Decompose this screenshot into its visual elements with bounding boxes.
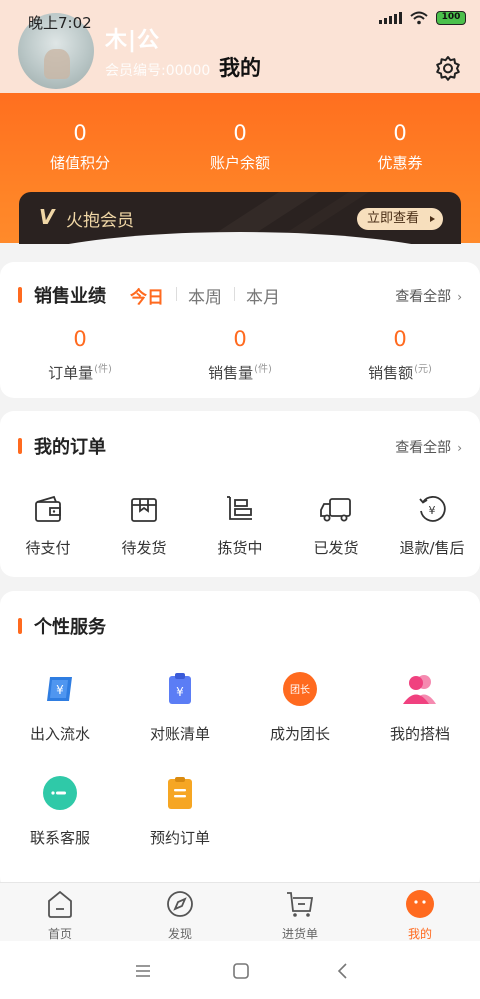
sales-card: 销售业绩 今日 本周 本月 查看全部 › 0 订单量(件) 0 销售量(件) 0 … xyxy=(0,262,480,398)
svg-text:¥: ¥ xyxy=(176,685,184,699)
tab-today[interactable]: 今日 xyxy=(130,283,176,308)
cart-icon xyxy=(287,892,314,917)
nav-cart[interactable]: 进货单 xyxy=(240,883,360,941)
play-triangle-icon xyxy=(430,216,435,222)
vip-name: 火抱会员 xyxy=(66,211,134,231)
orders-title: 我的订单 xyxy=(34,437,106,458)
home-square-icon[interactable] xyxy=(231,961,251,981)
flow-icon: ¥ xyxy=(47,677,72,701)
sales-title: 销售业绩 xyxy=(34,286,106,307)
order-picking[interactable]: 拣货中 xyxy=(192,493,288,558)
discover-icon xyxy=(167,891,193,917)
battery-icon: 100 xyxy=(436,11,466,25)
sales-header: 销售业绩 今日 本周 本月 xyxy=(18,282,292,308)
stat-points[interactable]: 0 储值积分 xyxy=(0,120,160,173)
sales-tabs: 今日 本周 本月 xyxy=(130,283,292,308)
tab-month[interactable]: 本月 xyxy=(234,283,292,308)
page-title: 我的 xyxy=(219,56,261,80)
wifi-icon xyxy=(410,11,428,25)
sales-metrics: 0 订单量(件) 0 销售量(件) 0 销售额(元) xyxy=(0,326,480,383)
stat-balance[interactable]: 0 账户余额 xyxy=(160,120,320,173)
title-accent-bar xyxy=(18,618,22,634)
services-header: 个性服务 xyxy=(18,613,106,639)
title-accent-bar xyxy=(18,287,22,303)
partner-icon xyxy=(403,675,436,704)
metric-orders: 0 订单量(件) xyxy=(48,327,112,382)
stat-coupons[interactable]: 0 优惠券 xyxy=(320,120,480,173)
service-icon xyxy=(43,776,77,810)
wallet-icon xyxy=(35,495,61,522)
service-customer-support[interactable]: 联系客服 xyxy=(0,775,120,848)
sales-see-all-link[interactable]: 查看全部 › xyxy=(395,286,462,306)
box-icon xyxy=(131,498,157,522)
order-shipped[interactable]: 已发货 xyxy=(288,493,384,558)
profile-header: 晚上7:02 100 木|公 会员编号:00000 我的 xyxy=(0,0,480,93)
vip-view-button[interactable]: 立即查看 xyxy=(357,208,443,230)
orders-see-all-link[interactable]: 查看全部 › xyxy=(395,437,462,457)
order-pending-payment[interactable]: 待支付 xyxy=(0,493,96,558)
user-name: 木|公 xyxy=(105,28,161,53)
orders-header: 我的订单 xyxy=(18,433,106,459)
nav-home[interactable]: 首页 xyxy=(0,883,120,941)
back-icon[interactable] xyxy=(333,961,353,981)
service-statement[interactable]: ¥ 对账清单 xyxy=(120,671,240,744)
profile-icon xyxy=(406,890,434,918)
service-reservation-order[interactable]: 预约订单 xyxy=(120,775,240,848)
nav-profile[interactable]: 我的 xyxy=(360,883,480,941)
orders-card: 我的订单 查看全部 › 待支付 待发货 拣货中 已发货 ¥ 退款/售后 xyxy=(0,411,480,577)
gear-icon[interactable] xyxy=(434,55,462,83)
title-accent-bar xyxy=(18,438,22,454)
vip-logo-icon: V xyxy=(39,205,55,229)
service-cash-flow[interactable]: ¥ 出入流水 xyxy=(0,671,120,744)
services-card: 个性服务 ¥ 出入流水 ¥ 对账清单 团长 成为团长 我的搭档 联系客服 预约订… xyxy=(0,591,480,891)
menu-icon[interactable] xyxy=(133,961,153,981)
order-refund[interactable]: ¥ 退款/售后 xyxy=(384,493,480,558)
metric-quantity: 0 销售量(件) xyxy=(208,327,272,382)
tab-week[interactable]: 本周 xyxy=(176,283,234,308)
chevron-right-icon: › xyxy=(457,290,462,304)
nav-discover[interactable]: 发现 xyxy=(120,883,240,941)
leader-icon: 团长 xyxy=(283,672,317,706)
svg-text:¥: ¥ xyxy=(429,504,436,517)
signal-icon xyxy=(379,12,402,24)
bottom-navigation: 首页 发现 进货单 我的 xyxy=(0,882,480,941)
reservation-icon xyxy=(168,777,192,809)
statement-icon: ¥ xyxy=(169,673,191,704)
truck-icon xyxy=(320,498,351,522)
home-icon xyxy=(48,890,72,918)
refund-icon: ¥ xyxy=(419,496,446,522)
system-nav-bar xyxy=(0,941,480,999)
service-become-leader[interactable]: 团长 成为团长 xyxy=(240,671,360,744)
svg-text:团长: 团长 xyxy=(290,684,310,696)
picking-icon xyxy=(227,496,252,520)
status-icons: 100 xyxy=(379,11,466,25)
order-pending-shipment[interactable]: 待发货 xyxy=(96,493,192,558)
service-my-partner[interactable]: 我的搭档 xyxy=(360,671,480,744)
chevron-right-icon: › xyxy=(457,441,462,455)
vip-view-label: 立即查看 xyxy=(367,211,420,226)
svg-text:¥: ¥ xyxy=(56,683,64,697)
services-title: 个性服务 xyxy=(34,617,106,638)
account-stats: 0 储值积分 0 账户余额 0 优惠券 xyxy=(0,120,480,173)
metric-amount: 0 销售额(元) xyxy=(368,327,432,382)
order-status-row: 待支付 待发货 拣货中 已发货 ¥ 退款/售后 xyxy=(0,493,480,558)
status-time: 晚上7:02 xyxy=(28,14,92,32)
